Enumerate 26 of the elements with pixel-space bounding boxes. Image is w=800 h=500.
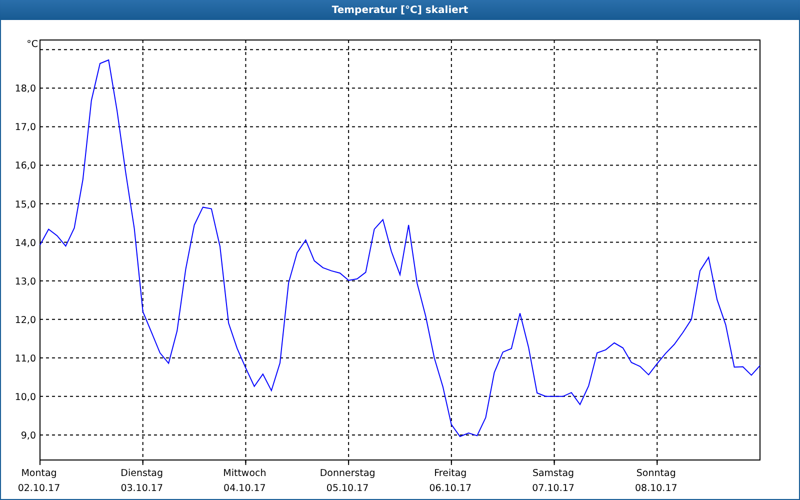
y-axis-unit: °C [26, 39, 38, 50]
y-tick-label: 18,0 [14, 84, 36, 95]
y-tick-label: 17,0 [14, 122, 36, 134]
date-label: 07.10.17 [532, 483, 574, 494]
y-tick-label: 9,0 [20, 430, 36, 442]
window-title: Temperatur [°C] skaliert [332, 4, 468, 16]
weekday-label: Samstag [532, 468, 574, 479]
date-label: 08.10.17 [634, 483, 678, 494]
date-label: 02.10.17 [18, 483, 60, 494]
y-tick-label: 16,0 [14, 160, 36, 172]
y-tick-label: 12,0 [14, 314, 36, 326]
weekday-label: Mittwoch [223, 468, 266, 479]
weekday-label: Donnerstag [320, 468, 376, 479]
y-tick-label: 15,0 [14, 199, 36, 210]
weekday-label: Dienstag [120, 468, 164, 479]
y-tick-label: 11,0 [14, 353, 36, 364]
weekday-label: Sonntag [636, 468, 676, 479]
date-label: 03.10.17 [120, 483, 164, 494]
weekday-label: Freitag [434, 468, 467, 479]
weekday-label: Montag [21, 468, 57, 479]
y-tick-label: 14,0 [14, 238, 36, 249]
date-label: 04.10.17 [224, 483, 266, 494]
date-label: 05.10.17 [326, 483, 369, 494]
y-tick-label: 10,0 [14, 392, 36, 403]
date-label: 06.10.17 [429, 483, 472, 494]
y-tick-label: 13,0 [14, 276, 36, 288]
